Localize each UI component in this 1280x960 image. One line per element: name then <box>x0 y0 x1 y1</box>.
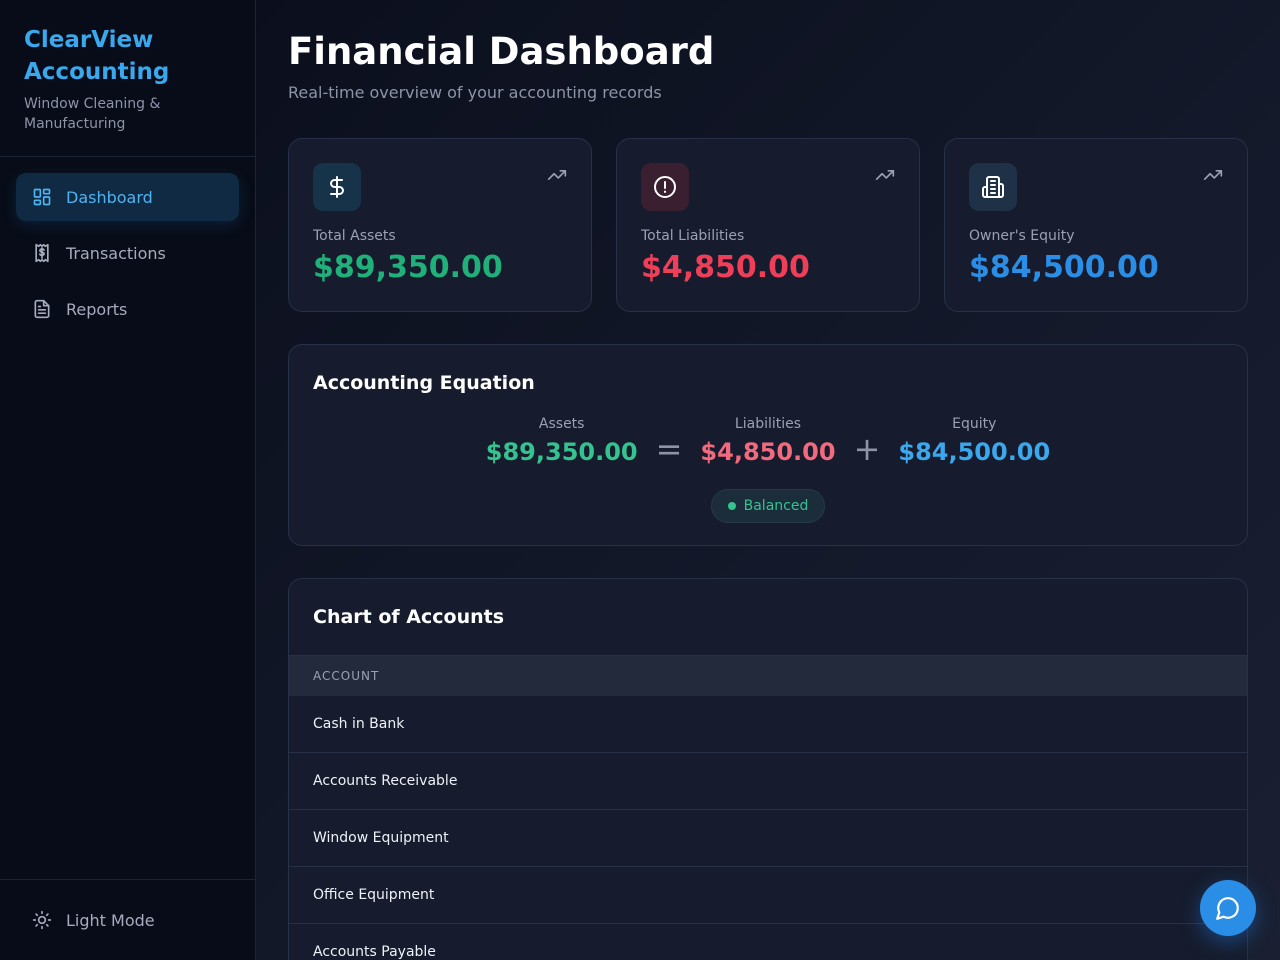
trending-up-icon <box>875 170 895 180</box>
status-badge-wrap: Balanced <box>313 489 1223 523</box>
dollar-icon <box>313 163 361 211</box>
table-row[interactable]: Cash in Bank <box>289 696 1247 753</box>
accounts-title: Chart of Accounts <box>313 606 505 628</box>
theme-toggle-label: Light Mode <box>66 910 155 930</box>
alert-circle-icon <box>641 163 689 211</box>
equation-liabilities-value: $4,850.00 <box>700 438 836 466</box>
table-row[interactable]: Accounts Payable <box>289 924 1247 960</box>
accounts-header: Chart of Accounts <box>289 579 1247 656</box>
sidebar: ClearView Accounting Window Cleaning & M… <box>0 0 256 960</box>
equation-equity-value: $84,500.00 <box>898 438 1051 466</box>
main-content: Financial Dashboard Real-time overview o… <box>256 0 1280 960</box>
chat-button[interactable] <box>1200 880 1256 936</box>
status-badge: Balanced <box>710 489 826 523</box>
status-badge-label: Balanced <box>743 498 809 514</box>
stat-label: Total Assets <box>313 228 396 244</box>
trending-up-icon <box>547 170 567 180</box>
column-header-account: ACCOUNT <box>313 669 380 683</box>
receipt-icon <box>32 243 52 263</box>
account-name: Accounts Receivable <box>313 773 458 789</box>
sidebar-item-label: Dashboard <box>66 187 153 207</box>
chart-of-accounts-card: Chart of Accounts ACCOUNT Cash in Bank A… <box>288 578 1248 960</box>
sidebar-item-reports[interactable]: Reports <box>16 285 239 333</box>
stats-row: Total Assets $89,350.00 Total Liabilitie… <box>288 138 1248 312</box>
equals-sign: = <box>655 430 683 468</box>
table-row[interactable]: Accounts Receivable <box>289 753 1247 810</box>
equation-liabilities-label: Liabilities <box>734 416 802 432</box>
brand-subtitle: Window Cleaning & Manufacturing <box>24 96 161 132</box>
theme-toggle-button[interactable]: Light Mode <box>0 879 255 960</box>
sun-icon <box>32 910 52 930</box>
brand-title: ClearView Accounting <box>24 27 170 85</box>
stat-label: Owner's Equity <box>969 228 1075 244</box>
stat-label: Total Liabilities <box>641 228 745 244</box>
status-dot-icon <box>727 502 736 510</box>
table-row[interactable]: Window Equipment <box>289 810 1247 867</box>
sidebar-item-transactions[interactable]: Transactions <box>16 229 239 277</box>
stat-card-liabilities: Total Liabilities $4,850.00 <box>616 138 920 312</box>
equation-row: Assets $89,350.00 = Liabilities $4,850.0… <box>313 413 1223 469</box>
sidebar-nav: Dashboard Transactions Reports <box>0 157 255 349</box>
equation-title: Accounting Equation <box>313 372 535 394</box>
sidebar-item-label: Reports <box>66 299 128 319</box>
table-header: ACCOUNT <box>289 656 1247 696</box>
account-name: Window Equipment <box>313 830 449 846</box>
page-title: Financial Dashboard <box>288 30 715 73</box>
app-root: ClearView Accounting Window Cleaning & M… <box>0 0 1280 960</box>
stat-value: $4,850.00 <box>641 250 810 285</box>
equation-assets-label: Assets <box>538 416 585 432</box>
accounting-equation-card: Accounting Equation Assets $89,350.00 = … <box>288 344 1248 546</box>
chat-bubble-icon <box>1216 897 1239 920</box>
equation-liabilities: Liabilities $4,850.00 <box>700 413 835 469</box>
page-subtitle: Real-time overview of your accounting re… <box>288 83 662 102</box>
plus-sign: + <box>853 430 881 468</box>
stat-value: $89,350.00 <box>313 250 503 285</box>
brand: ClearView Accounting Window Cleaning & M… <box>0 0 255 157</box>
account-name: Cash in Bank <box>313 716 405 732</box>
dashboard-icon <box>32 187 52 207</box>
stat-card-equity: Owner's Equity $84,500.00 <box>944 138 1248 312</box>
table-row[interactable]: Office Equipment <box>289 867 1247 924</box>
account-name: Accounts Payable <box>313 944 436 960</box>
building-icon <box>969 163 1017 211</box>
stat-card-assets: Total Assets $89,350.00 <box>288 138 592 312</box>
trending-up-icon <box>1203 170 1223 180</box>
equation-assets-value: $89,350.00 <box>485 438 638 466</box>
account-name: Office Equipment <box>313 887 435 903</box>
sidebar-item-dashboard[interactable]: Dashboard <box>16 173 239 221</box>
equation-equity: Equity $84,500.00 <box>898 413 1050 469</box>
stat-value: $84,500.00 <box>969 250 1159 285</box>
equation-equity-label: Equity <box>952 416 997 432</box>
sidebar-item-label: Transactions <box>66 243 166 263</box>
equation-assets: Assets $89,350.00 <box>486 413 638 469</box>
document-icon <box>32 299 52 319</box>
